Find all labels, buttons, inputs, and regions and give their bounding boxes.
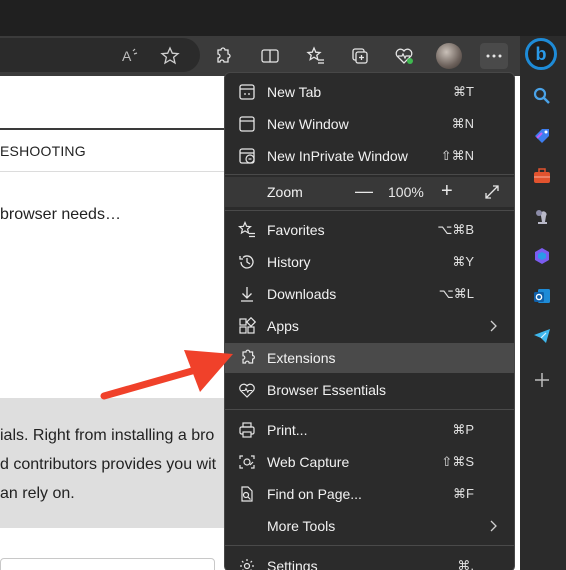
menu-item-shortcut: ⌘, xyxy=(457,558,474,570)
menu-item-label: Downloads xyxy=(267,286,337,302)
zoom-out-button[interactable]: — xyxy=(355,181,373,202)
page-input[interactable] xyxy=(0,558,215,570)
browser-essentials-icon[interactable] xyxy=(390,43,418,69)
tools-icon[interactable] xyxy=(528,162,556,190)
more-icon[interactable] xyxy=(480,43,508,69)
menu-item-label: Web Capture xyxy=(267,454,350,470)
menu-item-label: Apps xyxy=(267,318,299,334)
menu-item-favorites[interactable]: Favorites ⌥⌘B xyxy=(225,215,514,245)
menu-item-extensions[interactable]: Extensions xyxy=(225,343,514,373)
menu-item-settings[interactable]: Settings ⌘, xyxy=(225,551,514,570)
menu-item-new-inprivate-window[interactable]: New InPrivate Window ⇧⌘N xyxy=(225,141,514,171)
menu-item-label: History xyxy=(267,254,311,270)
menu-separator xyxy=(225,409,514,410)
games-icon[interactable] xyxy=(528,202,556,230)
chevron-right-icon xyxy=(490,520,497,532)
menu-separator xyxy=(225,545,514,546)
new-tab-icon xyxy=(237,82,257,102)
add-icon[interactable] xyxy=(528,366,556,394)
extensions-icon[interactable] xyxy=(208,43,236,69)
menu-item-shortcut: ⌘N xyxy=(451,116,474,131)
menu-item-web-capture[interactable]: Web Capture ⇧⌘S xyxy=(225,447,514,477)
settings-icon xyxy=(237,556,257,570)
collections-icon[interactable] xyxy=(346,43,374,69)
extensions-icon xyxy=(237,348,257,368)
info-text-line: d contributors provides you wit xyxy=(0,456,217,473)
menu-item-label: Find on Page... xyxy=(267,486,362,502)
menu-item-browser-essentials[interactable]: Browser Essentials xyxy=(225,375,514,405)
menu-item-shortcut: ⇧⌘N xyxy=(440,148,474,163)
profile-avatar[interactable] xyxy=(436,43,462,69)
zoom-in-button[interactable]: + xyxy=(441,180,453,203)
info-text-line: ials. Right from installing a bro xyxy=(0,427,215,444)
favorites-icon xyxy=(237,220,257,240)
menu-item-shortcut: ⌥⌘B xyxy=(437,222,474,237)
menu-separator xyxy=(225,174,514,175)
bing-icon[interactable]: b xyxy=(525,38,557,70)
divider xyxy=(0,171,225,172)
menu-item-shortcut: ⇧⌘S xyxy=(441,454,474,469)
bing-letter: b xyxy=(535,43,547,64)
article-snippet: browser needs… xyxy=(0,206,121,223)
fullscreen-icon[interactable] xyxy=(483,183,501,201)
shopping-tag-icon[interactable] xyxy=(528,122,556,150)
menu-item-print[interactable]: Print... ⌘P xyxy=(225,415,514,445)
menu-item-label: Browser Essentials xyxy=(267,382,387,398)
menu-item-label: Extensions xyxy=(267,350,336,366)
print-icon xyxy=(237,420,257,440)
menu-item-downloads[interactable]: Downloads ⌥⌘L xyxy=(225,279,514,309)
menu-item-new-tab[interactable]: New Tab ⌘T xyxy=(225,77,514,107)
menu-item-shortcut: ⌘Y xyxy=(452,254,474,269)
menu-item-label: New Tab xyxy=(267,84,322,100)
menu-item-history[interactable]: History ⌘Y xyxy=(225,247,514,277)
apps-icon xyxy=(237,316,257,336)
telegram-icon[interactable] xyxy=(528,322,556,350)
menu-item-more-tools[interactable]: More Tools xyxy=(225,511,514,541)
outlook-icon[interactable] xyxy=(528,282,556,310)
menu-item-find-on-page[interactable]: Find on Page... ⌘F xyxy=(225,479,514,509)
menu-item-label: New InPrivate Window xyxy=(267,148,408,164)
search-icon[interactable] xyxy=(528,82,556,110)
menu-item-label: New Window xyxy=(267,116,349,132)
menu-item-shortcut: ⌥⌘L xyxy=(438,286,474,301)
menu-item-label: Settings xyxy=(267,558,318,570)
annotation-arrow xyxy=(100,350,233,400)
tab-strip xyxy=(0,0,566,36)
find-icon xyxy=(237,484,257,504)
browser-essentials-icon xyxy=(237,380,257,400)
web-capture-icon xyxy=(237,452,257,472)
zoom-row: Zoom — 100% + xyxy=(225,177,514,207)
menu-item-apps[interactable]: Apps xyxy=(225,311,514,341)
menu-item-label: Favorites xyxy=(267,222,325,238)
menu-item-new-window[interactable]: New Window ⌘N xyxy=(225,109,514,139)
zoom-level: 100% xyxy=(388,184,424,200)
read-aloud-icon[interactable]: A xyxy=(116,43,144,69)
info-text-line: an rely on. xyxy=(0,485,75,502)
menu-separator xyxy=(225,210,514,211)
inprivate-icon xyxy=(237,146,257,166)
menu-item-label: Print... xyxy=(267,422,308,438)
microsoft-365-icon[interactable] xyxy=(528,242,556,270)
zoom-label: Zoom xyxy=(267,184,303,200)
menu-item-shortcut: ⌘P xyxy=(452,422,474,437)
split-screen-icon[interactable] xyxy=(256,43,284,69)
menu-item-shortcut: ⌘T xyxy=(453,84,474,99)
settings-and-more-menu: New Tab ⌘T New Window ⌘N New InPrivate W… xyxy=(224,72,515,570)
menu-item-shortcut: ⌘F xyxy=(453,486,474,501)
downloads-icon xyxy=(237,284,257,304)
menu-item-label: More Tools xyxy=(267,518,336,534)
nav-link[interactable]: ESHOOTING xyxy=(0,143,86,159)
favorite-star-icon[interactable] xyxy=(156,43,184,69)
svg-text:A: A xyxy=(122,48,132,64)
chevron-right-icon xyxy=(490,320,497,332)
history-icon xyxy=(237,252,257,272)
favorites-icon[interactable] xyxy=(302,43,330,69)
new-window-icon xyxy=(237,114,257,134)
divider xyxy=(0,128,225,130)
